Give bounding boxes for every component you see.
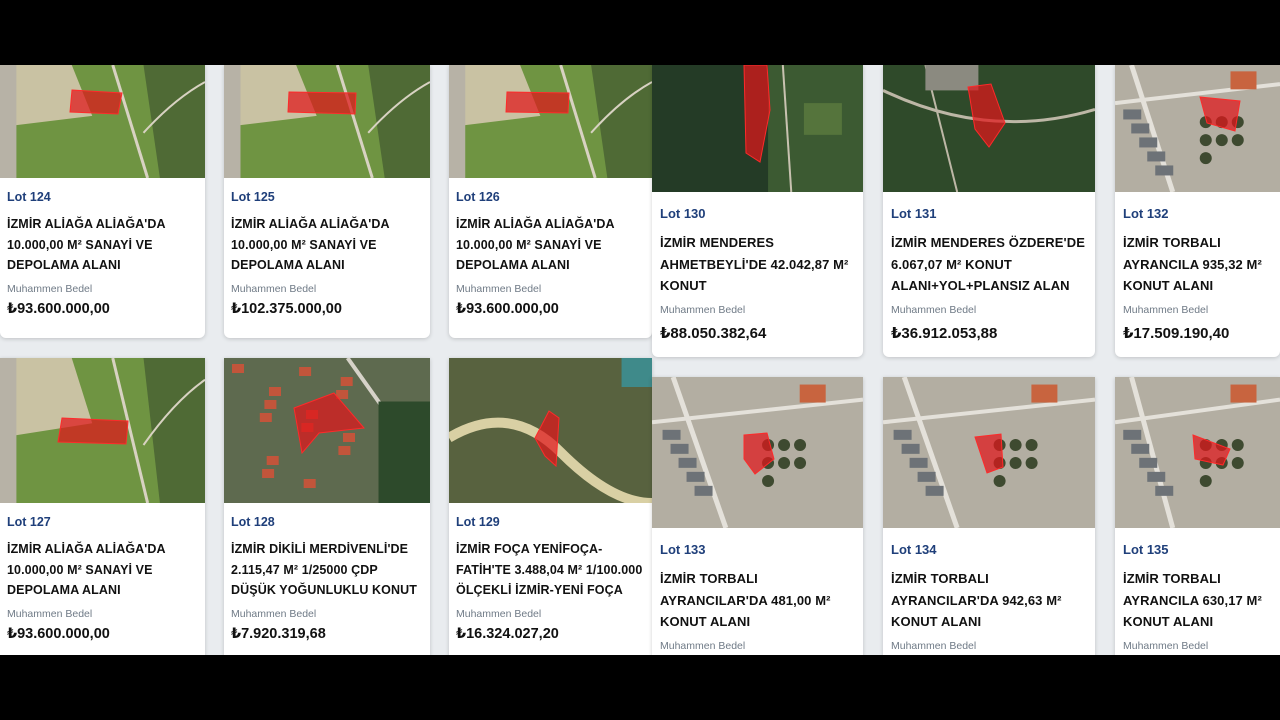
lot-card-body: Lot 125 İZMİR ALİAĞA ALİAĞA'DA 10.000,00… [224, 178, 430, 317]
parcel-map-image [449, 65, 652, 178]
lot-card[interactable]: Lot 133 İZMİR TORBALI AYRANCILAR'DA 481,… [652, 377, 863, 655]
lot-card[interactable]: Lot 129 İZMİR FOÇA YENİFOÇA-FATİH'TE 3.4… [449, 358, 652, 655]
price-label: Muhammen Bedel [1123, 303, 1209, 316]
lot-card-body: Lot 129 İZMİR FOÇA YENİFOÇA-FATİH'TE 3.4… [449, 503, 652, 642]
lot-number[interactable]: Lot 135 [1123, 542, 1272, 557]
lot-title[interactable]: İZMİR ALİAĞA ALİAĞA'DA 10.000,00 M² SANA… [7, 214, 198, 276]
lot-card-body: Lot 127 İZMİR ALİAĞA ALİAĞA'DA 10.000,00… [0, 503, 205, 642]
lot-card[interactable]: Lot 131 İZMİR MENDERES ÖZDERE'DE 6.067,0… [883, 65, 1095, 357]
lot-number[interactable]: Lot 131 [891, 206, 1087, 221]
parcel-map-image [449, 358, 652, 503]
lot-price: ₺93.600.000,00 [7, 300, 110, 317]
parcel-map-image [883, 377, 1095, 528]
lot-card-body: Lot 133 İZMİR TORBALI AYRANCILAR'DA 481,… [652, 528, 863, 655]
lot-card[interactable]: Lot 126 İZMİR ALİAĞA ALİAĞA'DA 10.000,00… [449, 65, 652, 338]
lot-card[interactable]: Lot 135 İZMİR TORBALI AYRANCILA 630,17 M… [1115, 377, 1280, 655]
lot-card[interactable]: Lot 132 İZMİR TORBALI AYRANCILA 935,32 M… [1115, 65, 1280, 357]
lot-price: ₺93.600.000,00 [7, 625, 110, 642]
lot-number[interactable]: Lot 128 [231, 515, 423, 529]
parcel-map-image [1115, 65, 1280, 192]
parcel-map-image [224, 358, 430, 503]
price-label: Muhammen Bedel [1123, 639, 1209, 652]
lot-price: ₺17.509.190,40 [1123, 324, 1230, 342]
parcel-map-image [0, 358, 205, 503]
lot-card[interactable]: Lot 127 İZMİR ALİAĞA ALİAĞA'DA 10.000,00… [0, 358, 205, 655]
lot-title[interactable]: İZMİR MENDERES ÖZDERE'DE 6.067,07 M² KON… [891, 232, 1087, 297]
price-label: Muhammen Bedel [231, 282, 317, 295]
price-label: Muhammen Bedel [7, 282, 93, 295]
lot-number[interactable]: Lot 127 [7, 515, 198, 529]
price-label: Muhammen Bedel [660, 303, 746, 316]
lot-card[interactable]: Lot 130 İZMİR MENDERES AHMETBEYLİ'DE 42.… [652, 65, 863, 357]
lot-title[interactable]: İZMİR DİKİLİ MERDİVENLİ'DE 2.115,47 M² 1… [231, 539, 423, 601]
lot-number[interactable]: Lot 129 [456, 515, 645, 529]
parcel-map-image [1115, 377, 1280, 528]
lot-card-body: Lot 126 İZMİR ALİAĞA ALİAĞA'DA 10.000,00… [449, 178, 652, 317]
lot-number[interactable]: Lot 134 [891, 542, 1087, 557]
lot-card[interactable]: Lot 125 İZMİR ALİAĞA ALİAĞA'DA 10.000,00… [224, 65, 430, 338]
lot-card[interactable]: Lot 128 İZMİR DİKİLİ MERDİVENLİ'DE 2.115… [224, 358, 430, 655]
price-label: Muhammen Bedel [891, 639, 977, 652]
listing-grid: Lot 124 İZMİR ALİAĞA ALİAĞA'DA 10.000,00… [0, 65, 1280, 655]
lot-price: ₺93.600.000,00 [456, 300, 559, 317]
price-label: Muhammen Bedel [660, 639, 746, 652]
lot-price: ₺7.920.319,68 [231, 626, 326, 642]
lot-title[interactable]: İZMİR TORBALI AYRANCILA 935,32 M² KONUT … [1123, 232, 1272, 297]
parcel-map-image [224, 65, 430, 178]
lot-title[interactable]: İZMİR FOÇA YENİFOÇA-FATİH'TE 3.488,04 M²… [456, 539, 645, 601]
price-label: Muhammen Bedel [7, 607, 93, 620]
lot-card-body: Lot 135 İZMİR TORBALI AYRANCILA 630,17 M… [1115, 528, 1280, 655]
lot-number[interactable]: Lot 130 [660, 206, 855, 221]
lot-title[interactable]: İZMİR TORBALI AYRANCILAR'DA 481,00 M² KO… [660, 568, 855, 633]
lot-title[interactable]: İZMİR ALİAĞA ALİAĞA'DA 10.000,00 M² SANA… [7, 539, 198, 601]
parcel-map-image [883, 65, 1095, 192]
lot-title[interactable]: İZMİR ALİAĞA ALİAĞA'DA 10.000,00 M² SANA… [231, 214, 423, 276]
lot-title[interactable]: İZMİR MENDERES AHMETBEYLİ'DE 42.042,87 M… [660, 232, 855, 297]
lot-number[interactable]: Lot 132 [1123, 206, 1272, 221]
lot-price: ₺36.912.053,88 [891, 324, 998, 342]
lot-card[interactable]: Lot 134 İZMİR TORBALI AYRANCILAR'DA 942,… [883, 377, 1095, 655]
lot-title[interactable]: İZMİR TORBALI AYRANCILAR'DA 942,63 M² KO… [891, 568, 1087, 633]
lot-number[interactable]: Lot 125 [231, 190, 423, 204]
parcel-map-image [652, 65, 863, 192]
lot-title[interactable]: İZMİR ALİAĞA ALİAĞA'DA 10.000,00 M² SANA… [456, 214, 645, 276]
parcel-map-image [652, 377, 863, 528]
lot-number[interactable]: Lot 124 [7, 190, 198, 204]
price-label: Muhammen Bedel [231, 608, 317, 620]
lot-number[interactable]: Lot 133 [660, 542, 855, 557]
lot-card-body: Lot 130 İZMİR MENDERES AHMETBEYLİ'DE 42.… [652, 192, 863, 342]
parcel-map-image [0, 65, 205, 178]
price-label: Muhammen Bedel [891, 303, 977, 316]
lot-card-body: Lot 124 İZMİR ALİAĞA ALİAĞA'DA 10.000,00… [0, 178, 205, 317]
lot-price: ₺102.375.000,00 [231, 300, 342, 317]
price-label: Muhammen Bedel [456, 282, 542, 295]
lot-card-body: Lot 128 İZMİR DİKİLİ MERDİVENLİ'DE 2.115… [224, 503, 430, 642]
lot-title[interactable]: İZMİR TORBALI AYRANCILA 630,17 M² KONUT … [1123, 568, 1272, 633]
lot-number[interactable]: Lot 126 [456, 190, 645, 204]
lot-price: ₺88.050.382,64 [660, 324, 767, 342]
lot-card[interactable]: Lot 124 İZMİR ALİAĞA ALİAĞA'DA 10.000,00… [0, 65, 205, 338]
lot-card-body: Lot 131 İZMİR MENDERES ÖZDERE'DE 6.067,0… [883, 192, 1095, 342]
lot-card-body: Lot 134 İZMİR TORBALI AYRANCILAR'DA 942,… [883, 528, 1095, 655]
lot-price: ₺16.324.027,20 [456, 626, 559, 642]
price-label: Muhammen Bedel [456, 608, 542, 620]
lot-card-body: Lot 132 İZMİR TORBALI AYRANCILA 935,32 M… [1115, 192, 1280, 342]
